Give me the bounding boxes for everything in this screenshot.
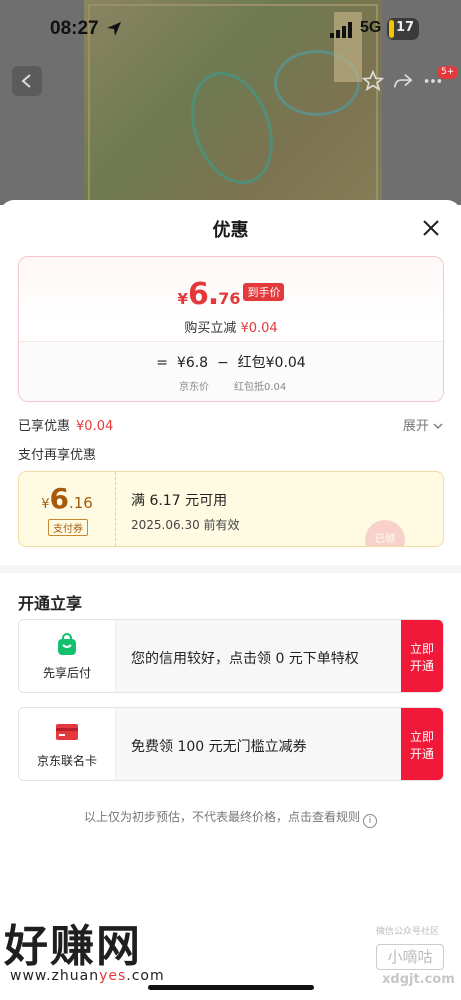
- network-type: 5G: [360, 19, 382, 36]
- product-page-background: 08:27 5G 17 5+: [0, 0, 461, 205]
- credit-card-icon: [56, 724, 78, 740]
- final-price-card: ¥6.76 到手价 购买立减 ¥0.04 = ¥6.8 − 红包¥0.04 京东价…: [18, 256, 444, 402]
- close-icon[interactable]: [419, 216, 443, 240]
- pay-more-label: 支付再享优惠: [18, 448, 97, 463]
- status-time: 08:27: [50, 18, 99, 39]
- offer-pay-later[interactable]: 先享后付 您的信用较好，点击领 0 元下单特权 立即 开通: [18, 619, 444, 693]
- chevron-down-icon: [433, 423, 443, 429]
- status-bar: 08:27 5G 17: [0, 18, 461, 46]
- hongbao-sub-label: 红包抵0.04: [234, 382, 287, 393]
- price-formula: = ¥6.8 − 红包¥0.04 京东价 红包抵0.04: [19, 341, 443, 401]
- coupon-condition: 满 6.17 元可用: [131, 493, 228, 509]
- signal-icon: [330, 22, 352, 38]
- message-badge: 5+: [437, 66, 459, 79]
- open-section-title: 开通立享: [18, 594, 83, 613]
- expand-button[interactable]: 展开: [403, 415, 443, 434]
- battery-level: 17: [396, 20, 415, 35]
- pay-coupon[interactable]: ¥6.16 支付券 满 6.17 元可用 2025.06.30 前有效 已领: [18, 471, 444, 547]
- offer-desc: 免费领 100 元无门槛立减券: [131, 739, 307, 755]
- open-now-button[interactable]: 立即 开通: [401, 708, 443, 780]
- open-now-button[interactable]: 立即 开通: [401, 620, 443, 692]
- watermark-logo-right: 小嘀咕: [376, 944, 444, 970]
- share-icon[interactable]: [392, 70, 414, 92]
- watermark-caption-right: 微信公众号社区: [376, 927, 440, 937]
- offer-name: 京东联名卡: [36, 754, 97, 768]
- battery-icon: 17: [387, 18, 419, 40]
- instant-discount: 购买立减 ¥0.04: [184, 321, 278, 336]
- back-button[interactable]: [12, 66, 42, 96]
- offer-desc: 您的信用较好，点击领 0 元下单特权: [131, 651, 359, 667]
- offer-name: 先享后付: [42, 666, 91, 680]
- coupon-amount: ¥6.16: [41, 482, 93, 515]
- jd-price-label: 京东价: [179, 382, 209, 393]
- location-arrow-icon: [107, 22, 121, 36]
- home-indicator: [148, 985, 314, 990]
- jd-price: ¥6.8: [176, 355, 209, 371]
- section-divider: [0, 565, 461, 573]
- shopping-bag-icon: [58, 633, 76, 655]
- watermark-url-left: www.zhuanyes.com: [10, 968, 165, 984]
- claimed-stamp: 已领: [365, 520, 405, 546]
- estimate-note[interactable]: 以上仅为初步预估，不代表最终价格，点击查看规则 i: [0, 808, 461, 828]
- final-price: ¥6.76 到手价: [19, 277, 443, 312]
- info-icon: i: [363, 814, 377, 828]
- enjoyed-discount: 已享优惠 ¥0.04: [18, 419, 114, 434]
- chevron-left-icon: [21, 74, 31, 88]
- hongbao-amount: ¥0.04: [265, 355, 306, 371]
- discount-sheet: 优惠 ¥6.76 到手价 购买立减 ¥0.04 = ¥6.8 − 红包¥0.04 …: [0, 200, 461, 1000]
- final-price-tag: 到手价: [243, 283, 285, 301]
- coupon-expiry: 2025.06.30 前有效: [131, 518, 240, 532]
- offer-co-brand-card[interactable]: 京东联名卡 免费领 100 元无门槛立减券 立即 开通: [18, 707, 444, 781]
- watermark-logo-left: 好赚网: [4, 921, 142, 972]
- star-icon[interactable]: [362, 70, 384, 92]
- coupon-type-tag: 支付券: [48, 519, 88, 536]
- sheet-title: 优惠: [212, 220, 249, 241]
- watermark-url-right: xdgjt.com: [382, 972, 455, 987]
